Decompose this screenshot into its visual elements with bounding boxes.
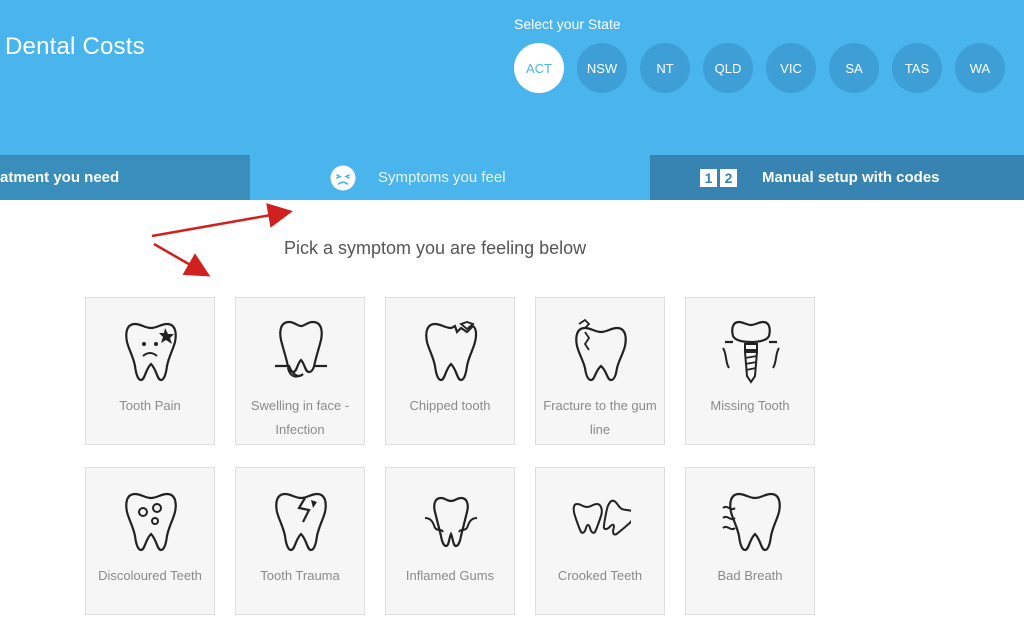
state-button-wa[interactable]: WA (955, 43, 1005, 93)
symptom-card-missing-tooth[interactable]: Missing Tooth (685, 297, 815, 445)
number-box-1: 1 (705, 170, 713, 186)
state-button-nsw[interactable]: NSW (577, 43, 627, 93)
tab-treatment[interactable]: atment you need (0, 155, 250, 200)
swelling-tooth-icon (275, 320, 327, 378)
discoloured-tooth-icon (125, 492, 177, 552)
symptom-label: Inflamed Gums (405, 568, 495, 583)
tooth-pain-icon (125, 322, 177, 382)
site-title[interactable]: Dental Costs (5, 33, 145, 61)
tab-manual-setup[interactable]: 1 2 Manual setup with codes (650, 155, 1024, 200)
tab-symptoms[interactable]: Symptoms you feel (250, 155, 650, 200)
symptom-label: Swelling in face - Infection (250, 398, 350, 437)
tab-treatment-label: atment you need (0, 169, 120, 186)
mode-tabbar: atment you need Symptoms you feel 1 2 Ma… (0, 155, 1024, 200)
symptom-label: Discoloured Teeth (98, 568, 202, 583)
tab-symptoms-label: Symptoms you feel (378, 169, 506, 186)
number-box-2: 2 (725, 170, 733, 186)
symptom-card-tooth-pain[interactable]: Tooth Pain (85, 297, 215, 445)
symptom-label: Chipped tooth (409, 398, 491, 413)
state-button-vic[interactable]: VIC (766, 43, 816, 93)
sad-face-icon (330, 165, 356, 191)
state-button-sa[interactable]: SA (829, 43, 879, 93)
state-button-qld[interactable]: QLD (703, 43, 753, 93)
symptom-label: Bad Breath (717, 568, 783, 583)
state-selector-label: Select your State (514, 16, 621, 32)
implant-tooth-icon (722, 320, 780, 384)
chipped-tooth-icon (425, 321, 478, 382)
site-header: Dental Costs Select your State ACT NSW N… (0, 0, 1024, 155)
symptom-label: Fracture to the gum line (543, 398, 657, 437)
symptom-card-bad-breath[interactable]: Bad Breath (685, 467, 815, 615)
symptom-label: Missing Tooth (710, 398, 790, 413)
state-button-act[interactable]: ACT (514, 43, 564, 93)
bad-breath-tooth-icon (722, 492, 781, 552)
symptom-card-fracture[interactable]: Fracture to the gum line (535, 297, 665, 445)
symptom-label: Tooth Trauma (260, 568, 340, 583)
symptom-prompt: Pick a symptom you are feeling below (284, 238, 587, 258)
symptom-card-crooked-teeth[interactable]: Crooked Teeth (535, 467, 665, 615)
symptom-label: Crooked Teeth (557, 568, 643, 583)
arrow-to-cards (153, 242, 211, 277)
arrow-to-tab (151, 203, 293, 238)
fractured-tooth-icon (575, 318, 627, 382)
tab-manual-setup-label: Manual setup with codes (762, 169, 940, 186)
trauma-tooth-icon (275, 492, 327, 552)
number-boxes-icon: 1 2 (700, 169, 737, 187)
state-button-nt[interactable]: NT (640, 43, 690, 93)
state-button-tas[interactable]: TAS (892, 43, 942, 93)
symptom-card-swelling[interactable]: Swelling in face - Infection (235, 297, 365, 445)
symptom-card-discoloured-teeth[interactable]: Discoloured Teeth (85, 467, 215, 615)
symptom-card-tooth-trauma[interactable]: Tooth Trauma (235, 467, 365, 615)
symptom-label: Tooth Pain (119, 398, 181, 413)
symptom-card-inflamed-gums[interactable]: Inflamed Gums (385, 467, 515, 615)
crooked-teeth-icon (572, 499, 631, 536)
symptom-card-chipped-tooth[interactable]: Chipped tooth (385, 297, 515, 445)
inflamed-gums-icon (424, 496, 478, 548)
